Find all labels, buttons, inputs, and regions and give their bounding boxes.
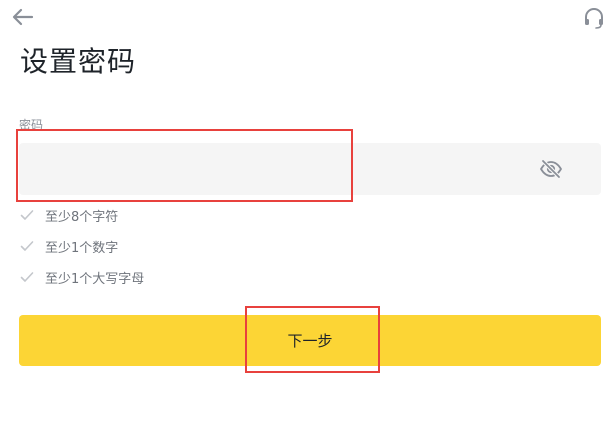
- back-button[interactable]: [10, 6, 36, 28]
- password-label: 密码: [19, 118, 44, 132]
- next-button[interactable]: 下一步: [19, 315, 601, 366]
- headset-icon: [585, 8, 603, 29]
- requirement-min-length: 至少8个字符: [20, 206, 119, 225]
- toggle-visibility-button[interactable]: [539, 159, 563, 179]
- check-icon: [20, 241, 34, 251]
- password-input[interactable]: [31, 143, 535, 197]
- check-icon: [20, 210, 34, 220]
- password-field-container: [19, 143, 601, 197]
- requirement-text: 至少1个大写字母: [45, 271, 145, 287]
- requirement-uppercase: 至少1个大写字母: [20, 268, 145, 287]
- eye-off-icon: [540, 159, 562, 179]
- page-title: 设置密码: [20, 45, 137, 78]
- arrow-left-icon: [12, 8, 34, 26]
- check-icon: [20, 272, 34, 282]
- set-password-page: 设置密码 密码 至少8个字符 至少1个数字 至少1个大写字母 下一步: [0, 0, 610, 438]
- requirement-text: 至少8个字符: [45, 209, 119, 225]
- support-button[interactable]: [582, 6, 606, 30]
- requirement-text: 至少1个数字: [45, 240, 119, 256]
- requirement-number: 至少1个数字: [20, 237, 119, 256]
